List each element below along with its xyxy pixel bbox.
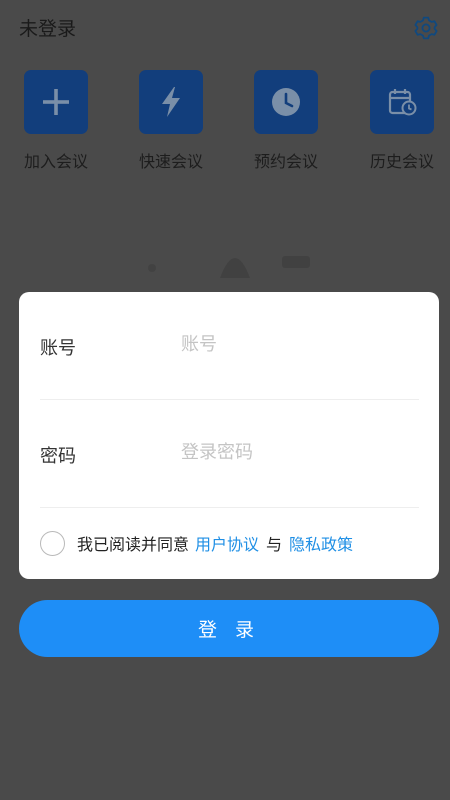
password-input[interactable]	[181, 436, 411, 468]
privacy-policy-link[interactable]: 隐私政策	[289, 531, 353, 555]
agree-prefix-text: 我已阅读并同意	[77, 535, 190, 554]
password-label: 密码	[40, 446, 76, 467]
meeting-history-label: 历史会议	[369, 152, 434, 171]
password-row: 密码	[40, 400, 419, 508]
login-button[interactable]: 登 录	[19, 600, 439, 657]
account-input[interactable]	[181, 328, 411, 360]
quick-meeting-label: 快速会议	[138, 152, 203, 171]
join-meeting-button[interactable]: 加入会议	[6, 70, 106, 172]
agreement-row: 我已阅读并同意 用户协议 与 隐私政策	[40, 530, 353, 556]
account-row: 账号	[40, 292, 419, 400]
empty-state-illustration	[140, 238, 320, 286]
agree-checkbox[interactable]	[40, 530, 65, 556]
agreement-conjunction: 与	[266, 535, 283, 554]
login-status-title: 未登录	[19, 18, 77, 40]
schedule-meeting-button[interactable]: 预约会议	[236, 70, 336, 172]
top-bar: 未登录	[0, 0, 450, 56]
lightning-icon	[139, 70, 203, 134]
calendar-history-icon	[370, 70, 434, 134]
quick-actions-row: 加入会议 快速会议 预约会议 历史会议	[0, 70, 450, 180]
schedule-meeting-label: 预约会议	[253, 152, 318, 171]
account-label: 账号	[40, 338, 76, 359]
clock-icon	[254, 70, 318, 134]
user-agreement-link[interactable]: 用户协议	[195, 531, 259, 555]
quick-meeting-button[interactable]: 快速会议	[121, 70, 221, 172]
meeting-history-button[interactable]: 历史会议	[352, 70, 450, 172]
plus-icon	[24, 70, 88, 134]
join-meeting-label: 加入会议	[23, 152, 88, 171]
gear-icon[interactable]	[414, 16, 438, 40]
login-card: 账号 密码 我已阅读并同意 用户协议 与 隐私政策	[19, 292, 439, 579]
